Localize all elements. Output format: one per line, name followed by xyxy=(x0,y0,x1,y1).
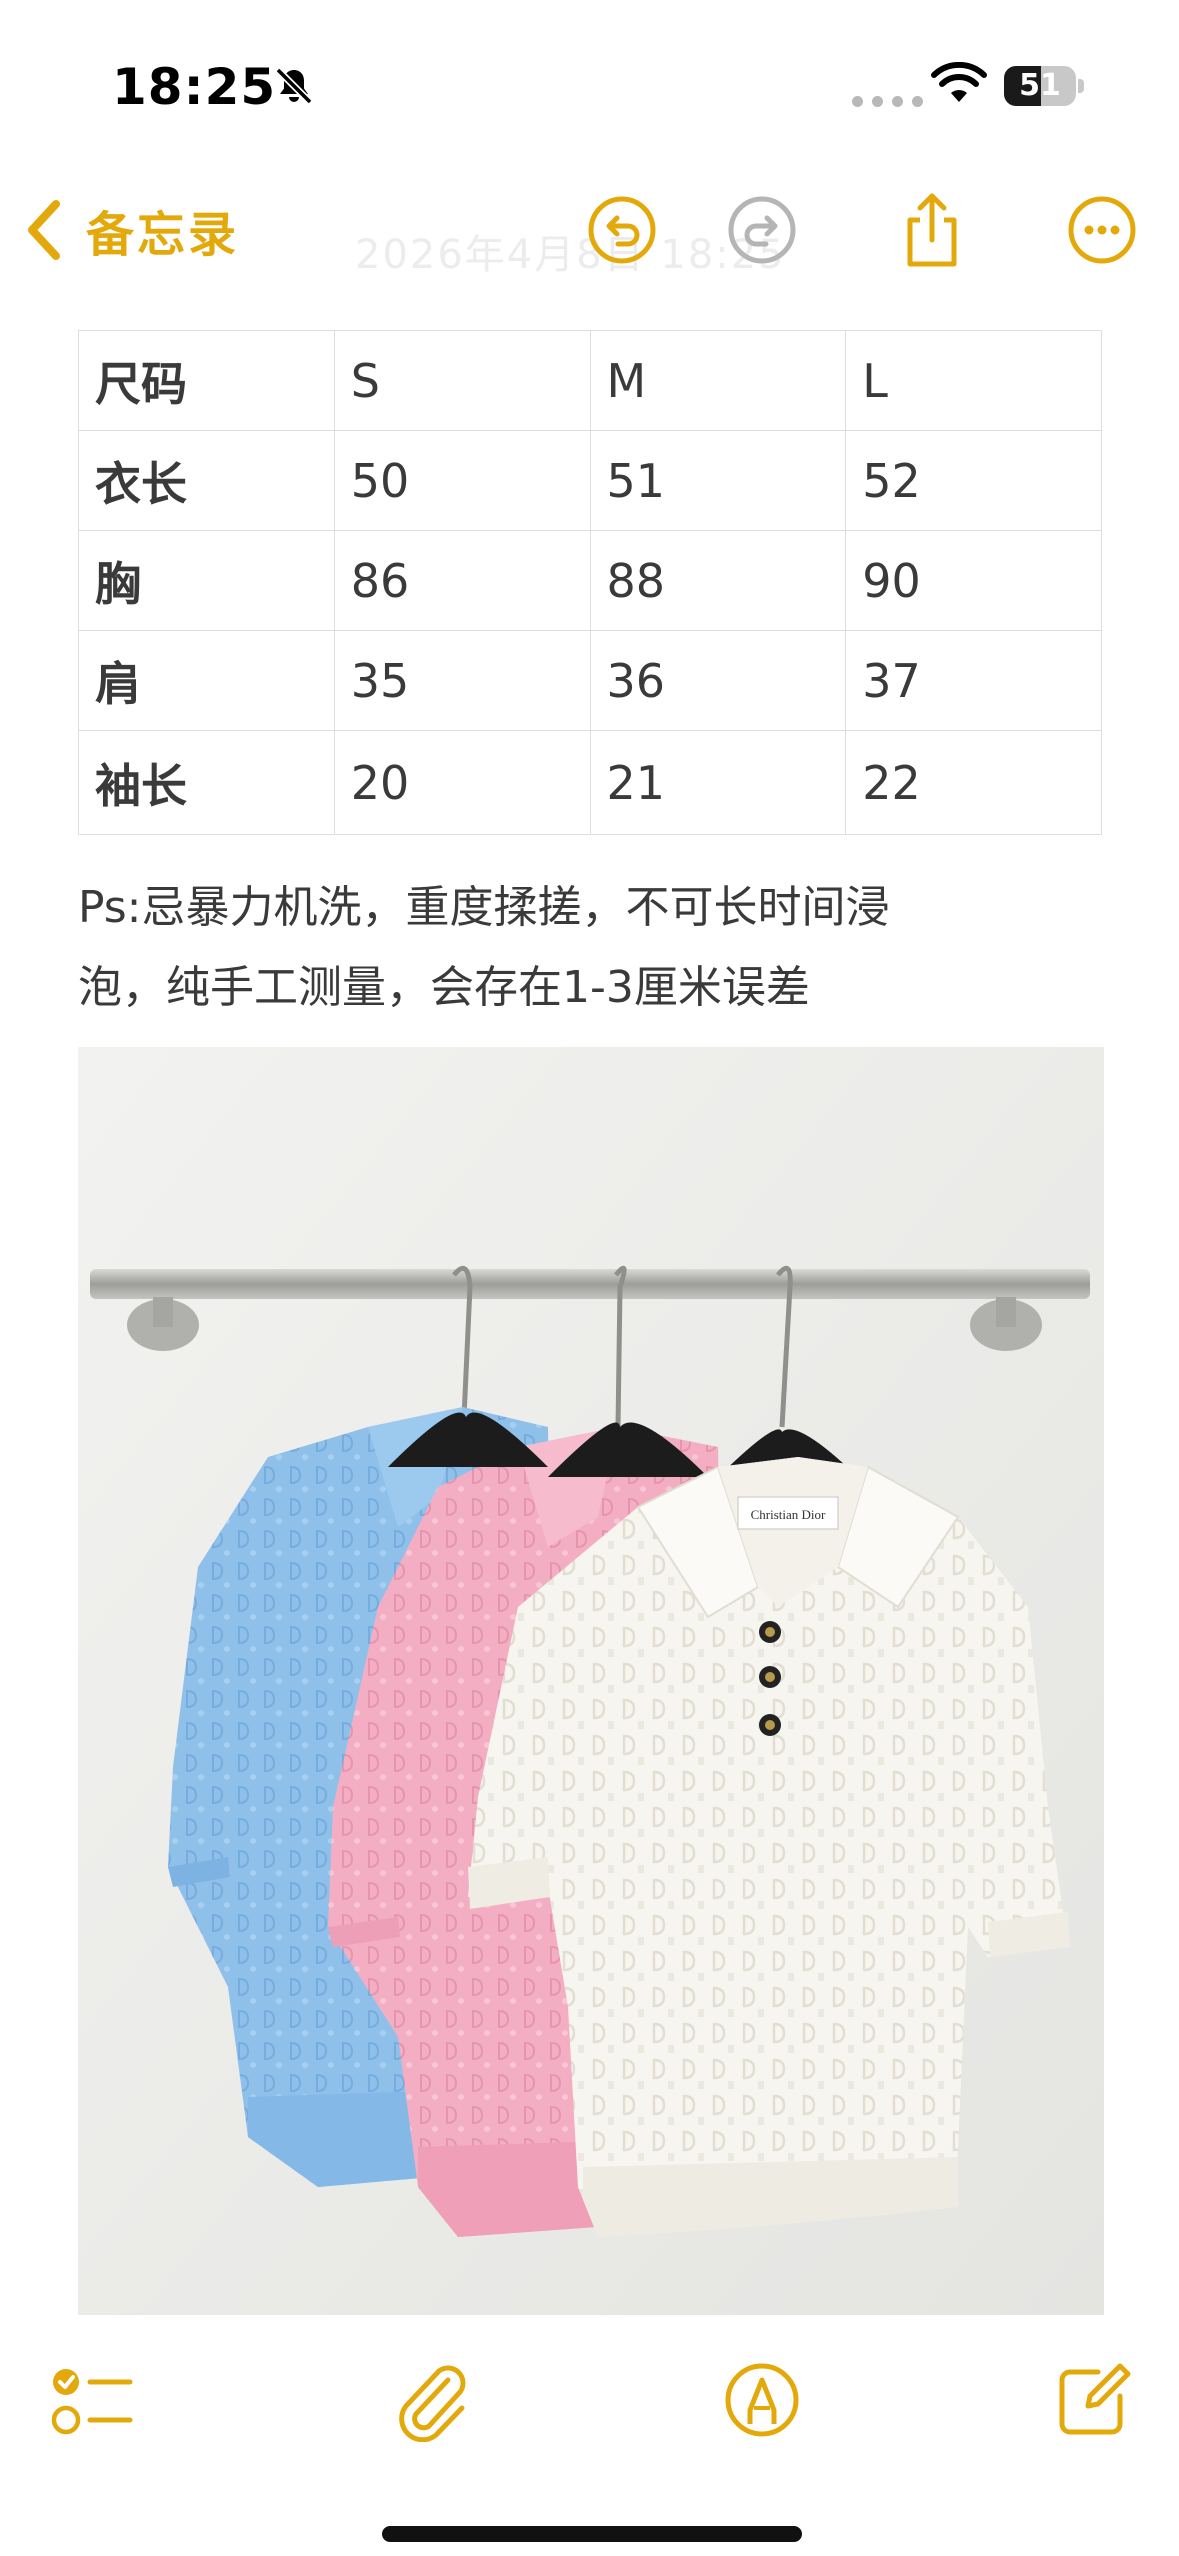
table-cell[interactable]: 51 xyxy=(589,430,847,531)
status-time: 18:25 xyxy=(112,58,277,116)
table-cell[interactable]: 35 xyxy=(333,630,591,731)
table-cell[interactable]: 胸 xyxy=(78,530,335,631)
table-row: 肩 35 36 37 xyxy=(78,630,1102,731)
back-button[interactable]: 备忘录 xyxy=(24,194,239,266)
note-line: Ps:忌暴力机洗，重度揉搓，不可长时间浸 xyxy=(78,882,890,933)
chevron-left-icon xyxy=(28,200,60,260)
note-line: 泡，纯手工测量，会存在1-3厘米误差 xyxy=(78,962,810,1013)
garment-label-text: Christian Dior xyxy=(751,1507,826,1522)
table-cell[interactable]: S xyxy=(333,330,591,431)
battery-icon: 51 xyxy=(1004,66,1084,106)
bell-slash-icon xyxy=(275,67,313,105)
more-icon[interactable] xyxy=(1062,190,1142,270)
home-indicator[interactable] xyxy=(382,2526,802,2542)
table-cell[interactable]: 37 xyxy=(845,630,1102,731)
status-bar: 18:25 51 xyxy=(0,0,1179,150)
markup-pen-icon[interactable] xyxy=(720,2358,804,2442)
size-table: 尺码 S M L 衣长 50 51 52 胸 86 88 90 肩 35 36 … xyxy=(78,330,1102,835)
product-photo-illustration: Christian Dior xyxy=(78,1047,1104,2315)
table-row: 袖长 20 21 22 xyxy=(78,730,1102,835)
table-cell[interactable]: 86 xyxy=(333,530,591,631)
table-cell[interactable]: 衣长 xyxy=(78,430,335,531)
table-cell[interactable]: 52 xyxy=(845,430,1102,531)
product-photo[interactable]: Christian Dior xyxy=(78,1047,1104,2315)
table-cell[interactable]: 90 xyxy=(845,530,1102,631)
share-icon[interactable] xyxy=(892,190,972,270)
nav-bar: 备忘录 2026年4月8日 18:25 xyxy=(0,170,1179,290)
table-cell[interactable]: 36 xyxy=(589,630,847,731)
table-cell[interactable]: 88 xyxy=(589,530,847,631)
checklist-icon[interactable] xyxy=(50,2358,134,2442)
back-label: 备忘录 xyxy=(86,207,240,263)
table-cell[interactable]: 22 xyxy=(845,730,1102,835)
table-header-row: 尺码 S M L xyxy=(78,330,1102,431)
table-row: 衣长 50 51 52 xyxy=(78,430,1102,531)
wifi-icon xyxy=(931,62,987,102)
undo-icon[interactable] xyxy=(582,190,662,270)
compose-icon[interactable] xyxy=(1050,2358,1134,2442)
battery-level: 51 xyxy=(1019,68,1061,103)
table-cell[interactable]: L xyxy=(845,330,1102,431)
note-text[interactable]: Ps:忌暴力机洗，重度揉搓，不可长时间浸 泡，纯手工测量，会存在1-3厘米误差 xyxy=(78,868,1108,1028)
table-cell[interactable]: 21 xyxy=(589,730,847,835)
table-cell[interactable]: 20 xyxy=(333,730,591,835)
table-cell[interactable]: 尺码 xyxy=(78,330,335,431)
paperclip-icon[interactable] xyxy=(390,2358,474,2442)
table-cell[interactable]: 袖长 xyxy=(78,730,335,835)
table-cell[interactable]: M xyxy=(589,330,847,431)
cellular-dots-icon xyxy=(852,96,923,107)
redo-icon[interactable] xyxy=(722,190,802,270)
table-cell[interactable]: 肩 xyxy=(78,630,335,731)
table-row: 胸 86 88 90 xyxy=(78,530,1102,631)
table-cell[interactable]: 50 xyxy=(333,430,591,531)
